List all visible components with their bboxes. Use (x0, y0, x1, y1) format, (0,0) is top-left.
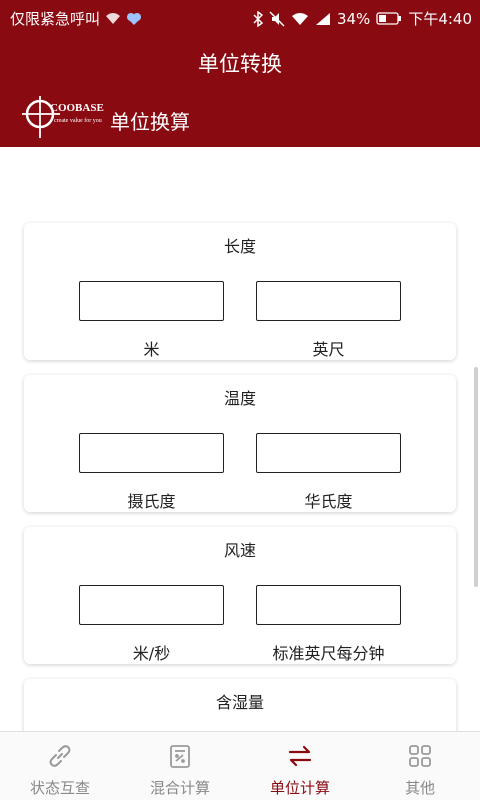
bottom-nav: 状态互查 混合计算 单位计算 其他 (0, 731, 480, 800)
celsius-label: 摄氏度 (127, 492, 176, 511)
converter-list[interactable]: 长度 米 英尺 温度 摄氏度 华氏度 风速 米/秒 标准英尺每分钟 含湿量 (0, 147, 480, 731)
foot-label: 英尺 (312, 340, 345, 359)
foot-input[interactable] (256, 281, 401, 321)
card-title-length: 长度 (223, 237, 256, 256)
meter-label: 米 (143, 340, 160, 359)
brand-name: COOBASE (50, 102, 104, 114)
wind-speed-card: 风速 米/秒 标准英尺每分钟 (24, 527, 456, 664)
nav-label: 其他 (404, 779, 435, 797)
nav-item-unit-calc[interactable]: 单位计算 (240, 732, 360, 800)
meter-input[interactable] (79, 281, 224, 321)
bluetooth-icon (253, 10, 263, 27)
grid-icon (406, 742, 434, 770)
celsius-input[interactable] (79, 433, 224, 473)
calculator-icon (166, 742, 194, 770)
sfpm-label: 标准英尺每分钟 (272, 644, 385, 663)
length-card: 长度 米 英尺 (24, 223, 456, 360)
mute-icon (269, 10, 285, 27)
carrier-text: 仅限紧急呼叫 (10, 10, 101, 28)
page-title: 单位转换 (198, 52, 282, 76)
nav-label: 状态互查 (29, 779, 90, 797)
battery-icon (376, 12, 402, 25)
sfpm-input[interactable] (256, 585, 401, 625)
meters-per-second-input[interactable] (79, 585, 224, 625)
fahrenheit-label: 华氏度 (304, 492, 353, 511)
meters-per-second-label: 米/秒 (132, 644, 171, 663)
card-title-temperature: 温度 (223, 389, 256, 408)
link-icon (46, 742, 74, 770)
status-bar: 仅限紧急呼叫 34% 下午4:40 (0, 0, 480, 34)
wifi-icon (105, 12, 121, 25)
card-title-moisture-content: 含湿量 (215, 693, 264, 712)
section-subtitle: 单位换算 (110, 110, 190, 134)
nav-item-mixed-calc[interactable]: 混合计算 (120, 732, 240, 800)
app-header: 单位转换 COOBASE create value for you 单位换算 (0, 34, 480, 147)
battery-percent: 34% (336, 9, 371, 28)
nav-label: 单位计算 (269, 779, 330, 797)
swap-arrows-icon (286, 742, 314, 770)
clock-time: 下午4:40 (408, 10, 472, 28)
nav-item-status-check[interactable]: 状态互查 (0, 732, 120, 800)
fahrenheit-input[interactable] (256, 433, 401, 473)
scrollbar[interactable] (474, 367, 478, 587)
brand-logo: COOBASE create value for you (20, 94, 104, 140)
card-title-wind-speed: 风速 (223, 541, 256, 560)
sim-signal-icon (315, 12, 331, 26)
nav-item-other[interactable]: 其他 (360, 732, 480, 800)
moisture-content-card: 含湿量 (24, 679, 456, 731)
brand-tagline: create value for you (54, 117, 102, 124)
wifi-signal-icon (291, 12, 309, 26)
app-notification-icon (126, 12, 142, 26)
nav-label: 混合计算 (149, 779, 210, 797)
temperature-card: 温度 摄氏度 华氏度 (24, 375, 456, 512)
